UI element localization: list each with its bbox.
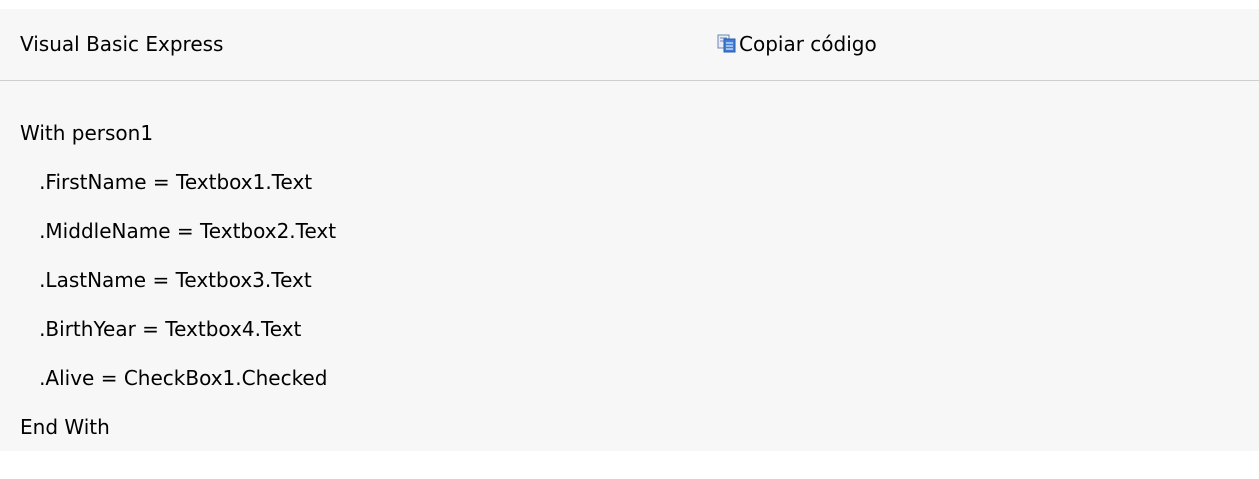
code-line: .MiddleName = Textbox2.Text xyxy=(20,219,337,243)
code-line: .BirthYear = Textbox4.Text xyxy=(20,317,302,341)
snippet-header: Visual Basic Express Copiar código xyxy=(0,9,1259,81)
language-label: Visual Basic Express xyxy=(20,32,224,56)
copy-icon xyxy=(717,32,737,53)
code-line: .Alive = CheckBox1.Checked xyxy=(20,366,328,390)
code-line: End With xyxy=(20,415,110,439)
copy-code-button[interactable]: Copiar código xyxy=(717,30,877,58)
code-line: With person1 xyxy=(20,121,154,145)
code-snippet: Visual Basic Express Copiar código With … xyxy=(0,9,1259,451)
copy-code-label: Copiar código xyxy=(739,32,877,56)
code-line: .FirstName = Textbox1.Text xyxy=(20,170,313,194)
code-line: .LastName = Textbox3.Text xyxy=(20,268,312,292)
